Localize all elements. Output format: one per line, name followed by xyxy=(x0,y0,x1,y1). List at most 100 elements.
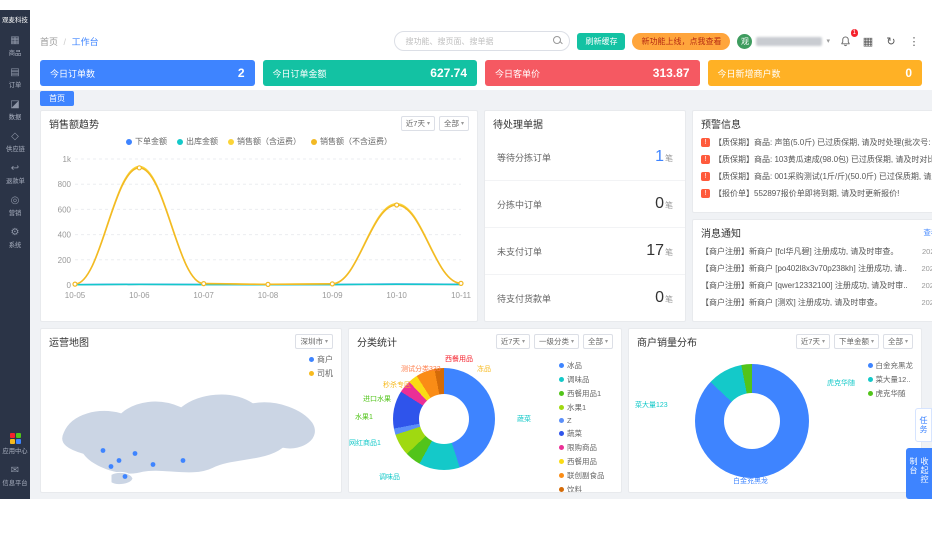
stat-card-avg-price: 今日客单价 313.87 xyxy=(485,60,700,86)
legend-item[interactable]: 销售额（含运费） xyxy=(228,136,301,147)
tags-bar: 首页 xyxy=(30,90,932,107)
svg-text:10-06: 10-06 xyxy=(129,291,150,300)
sidebar-item-goods[interactable]: ▦ 商品 xyxy=(0,31,30,63)
legend-item[interactable]: 联创副食品 xyxy=(559,470,617,481)
alert-item[interactable]: ! 【报价单】552897报价单即将到期, 请及时更新报价! xyxy=(693,185,932,202)
pending-row-sorting-wait[interactable]: 等待分拣订单 1笔 xyxy=(485,134,685,181)
merchant-metric-select[interactable]: 下单金额▾ xyxy=(834,334,879,349)
legend-item[interactable]: 冰品 xyxy=(559,360,617,371)
donut-callout: 进口水果 xyxy=(363,394,391,404)
legend-item[interactable]: 出库金额 xyxy=(177,136,218,147)
merchant-donut-chart[interactable] xyxy=(695,364,809,478)
collapse-console-tab[interactable]: 收起控制台 xyxy=(906,448,932,499)
donut-callout: 调味品 xyxy=(379,472,400,482)
legend-item[interactable]: 限购商品 xyxy=(559,442,617,453)
notice-item[interactable]: 【商户注册】新商户 [qwer12332100] 注册成功, 请及时审.. 20… xyxy=(693,277,932,294)
map-shape xyxy=(61,394,315,474)
stat-card-label: 今日订单数 xyxy=(50,67,95,80)
legend-item[interactable]: 西餐用品1 xyxy=(559,388,617,399)
donut-callout: 冻品 xyxy=(477,364,491,374)
donut-callout: 菜大量123 xyxy=(635,400,668,410)
donut-hole xyxy=(724,393,780,449)
merchant-scope-select[interactable]: 全部▾ xyxy=(883,334,913,349)
category-range-select[interactable]: 近7天▾ xyxy=(496,334,530,349)
breadcrumb-home[interactable]: 首页 xyxy=(40,37,58,47)
global-search[interactable] xyxy=(394,31,570,51)
alert-item[interactable]: ! 【质保期】商品: 001采购测试(1斤/斤)(50.0斤) 已过保质期, 请… xyxy=(693,168,932,185)
sidebar-item-data[interactable]: ◪ 数据 xyxy=(0,95,30,127)
trend-scope-select[interactable]: 全部▾ xyxy=(439,116,469,131)
legend-item[interactable]: 司机 xyxy=(309,368,333,379)
screen: 观麦科技 ▦ 商品 ▤ 订单 ◪ 数据 ◇ 供应链 ↩ 退款单 xyxy=(0,0,939,539)
sidebar-item-marketing[interactable]: ◎ 营销 xyxy=(0,191,30,223)
legend-item[interactable]: 调味品 xyxy=(559,374,617,385)
sidebar-item-label: 信息平台 xyxy=(2,479,27,488)
merchant-chart-body: 虎克华随 菜大量123 白金充黑龙 白金充黑龙 菜大量12.. 虎克华随 xyxy=(629,352,921,492)
breadcrumb-current: 工作台 xyxy=(72,37,99,47)
svg-text:0: 0 xyxy=(67,281,72,290)
pending-label: 分拣中订单 xyxy=(497,198,542,211)
legend-item[interactable]: 蔬菜 xyxy=(559,428,617,439)
pending-row-payment-due[interactable]: 待支付货款单 0笔 xyxy=(485,275,685,321)
refresh-icon[interactable]: ↻ xyxy=(883,33,899,49)
category-scope-select[interactable]: 全部▾ xyxy=(583,334,613,349)
merchant-range-select[interactable]: 近7天▾ xyxy=(796,334,830,349)
pending-row-unpaid[interactable]: 未支付订单 17笔 xyxy=(485,228,685,275)
alert-item[interactable]: ! 【质保期】商品: 声笛(5.0斤) 已过质保期, 请及时处理(批次号: T1… xyxy=(693,134,932,151)
sidebar-item-system[interactable]: ⚙ 系统 xyxy=(0,223,30,255)
marketing-icon: ◎ xyxy=(11,196,20,206)
legend-item[interactable]: 菜大量12.. xyxy=(868,374,914,385)
legend-item[interactable]: 饮料 xyxy=(559,484,617,493)
notification-bell-icon[interactable]: 1 xyxy=(837,33,853,49)
main-area: 首页 / 工作台 刷新缓存 新功能上线，点我查看 观 ▾ 1 xyxy=(30,10,932,499)
svg-text:10-09: 10-09 xyxy=(322,291,343,300)
pending-label: 待支付货款单 xyxy=(497,292,551,305)
legend-item[interactable]: 下单金额 xyxy=(126,136,167,147)
tab-home[interactable]: 首页 xyxy=(40,91,74,106)
sidebar-item-app-center[interactable]: 应用中心 xyxy=(0,428,30,461)
sidebar-item-label: 应用中心 xyxy=(2,447,27,456)
map-city-select[interactable]: 深圳市▾ xyxy=(295,334,333,349)
new-feature-button[interactable]: 新功能上线，点我查看 xyxy=(632,33,730,50)
stat-card-value: 313.87 xyxy=(653,66,690,80)
sidebar-item-orders[interactable]: ▤ 订单 xyxy=(0,63,30,95)
pending-row-sorting[interactable]: 分拣中订单 0笔 xyxy=(485,181,685,228)
sidebar-item-label: 订单 xyxy=(9,81,22,90)
sidebar-item-supply-chain[interactable]: ◇ 供应链 xyxy=(0,127,30,159)
legend-item[interactable]: 水果1 xyxy=(559,402,617,413)
category-level-select[interactable]: 一级分类▾ xyxy=(534,334,579,349)
account-menu[interactable]: 观 ▾ xyxy=(737,34,830,49)
svg-text:10-10: 10-10 xyxy=(386,291,407,300)
notice-item[interactable]: 【商户注册】新商户 [fcl华凡碧] 注册成功, 请及时审查。 2024-10-… xyxy=(693,243,932,260)
calendar-icon[interactable]: ▦ xyxy=(860,33,876,49)
app-logo: 观麦科技 xyxy=(2,11,28,30)
view-all-link[interactable]: 查看全部 > xyxy=(923,227,932,238)
legend-item[interactable]: Z xyxy=(559,416,617,425)
legend-item[interactable]: 商户 xyxy=(309,354,333,365)
merchant-point xyxy=(117,458,122,463)
sidebar-item-label: 供应链 xyxy=(6,145,25,154)
sidebar-item-info-platform[interactable]: ✉ 信息平台 xyxy=(0,461,30,493)
legend-item[interactable]: 白金充黑龙 xyxy=(868,360,914,371)
pending-label: 等待分拣订单 xyxy=(497,151,551,164)
notice-item[interactable]: 【商户注册】新商户 [po402l8x3v70p238kh] 注册成功, 请..… xyxy=(693,260,932,277)
merchant-point xyxy=(101,448,106,453)
shenzhen-map[interactable] xyxy=(41,352,341,493)
refresh-cache-button[interactable]: 刷新缓存 xyxy=(577,33,625,50)
trend-range-select[interactable]: 近7天▾ xyxy=(401,116,435,131)
alert-icon: ! xyxy=(701,172,710,181)
legend-item[interactable]: 销售额（不含运费） xyxy=(311,136,392,147)
legend-item[interactable]: 西餐用品 xyxy=(559,456,617,467)
search-input[interactable] xyxy=(403,36,551,47)
alert-item[interactable]: ! 【质保期】商品: 103黄瓜速成(98.0包) 已过质保期, 请及时对比.. xyxy=(693,151,932,168)
legend-item[interactable]: 虎克华随 xyxy=(868,388,914,399)
more-icon[interactable]: ⋮ xyxy=(906,33,922,49)
stat-card-today-amount: 今日订单金额 627.74 xyxy=(263,60,478,86)
notice-item[interactable]: 【商户注册】新商户 [测欢] 注册成功, 请及时审查。 2024-09-29 xyxy=(693,294,932,311)
sidebar-item-refund[interactable]: ↩ 退款单 xyxy=(0,159,30,191)
pending-value: 0 xyxy=(655,289,664,306)
task-side-tab[interactable]: 任务 xyxy=(915,408,932,442)
panel-title: 消息通知 xyxy=(701,225,741,240)
svg-text:800: 800 xyxy=(58,180,72,189)
pending-label: 未支付订单 xyxy=(497,245,542,258)
